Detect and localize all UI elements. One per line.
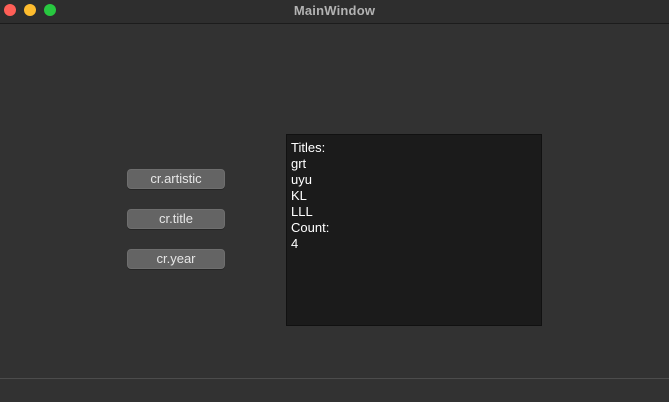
- status-bar: [0, 378, 669, 402]
- title-button[interactable]: cr.title: [127, 209, 225, 229]
- artistic-button[interactable]: cr.artistic: [127, 169, 225, 189]
- output-line: uyu: [291, 172, 312, 187]
- output-text-area[interactable]: Titles: grt uyu KL LLL Count: 4: [286, 134, 542, 326]
- title-bar: MainWindow: [0, 0, 669, 24]
- main-window: MainWindow cr.artistic cr.title cr.year …: [0, 0, 669, 402]
- year-button[interactable]: cr.year: [127, 249, 225, 269]
- output-line: 4: [291, 236, 299, 251]
- output-line: Titles:: [291, 140, 326, 155]
- output-line: Count:: [291, 220, 330, 235]
- output-line: grt: [291, 156, 307, 171]
- output-line: KL: [291, 188, 307, 203]
- output-line: LLL: [291, 204, 313, 219]
- window-title: MainWindow: [293, 3, 376, 18]
